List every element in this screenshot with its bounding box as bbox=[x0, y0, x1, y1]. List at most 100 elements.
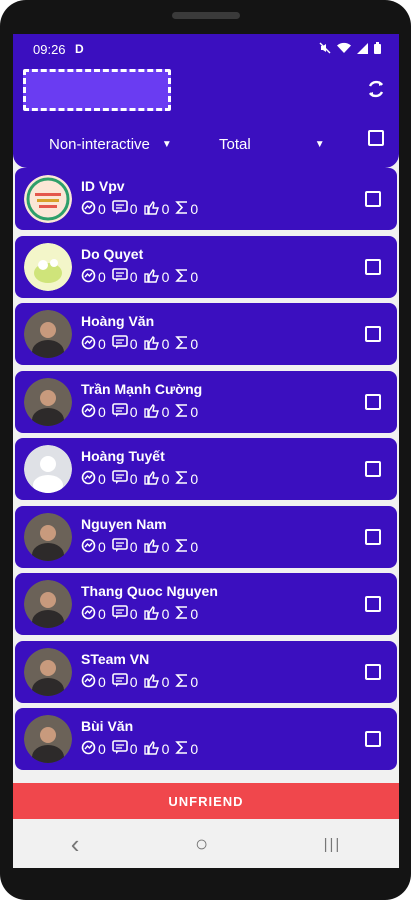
like-count: 0 bbox=[161, 201, 170, 217]
like-count: 0 bbox=[161, 471, 170, 487]
friend-card[interactable]: Bùi Văn 0 0 0 0 bbox=[15, 708, 397, 770]
messenger-icon bbox=[81, 403, 98, 421]
comment-count: 0 bbox=[129, 403, 138, 420]
messenger-icon bbox=[81, 673, 98, 691]
friend-stats: 0 0 0 0 bbox=[81, 267, 204, 286]
like-icon bbox=[143, 200, 162, 218]
filter-interaction-dropdown[interactable]: Non-interactive ▼ bbox=[49, 136, 172, 153]
like-icon bbox=[143, 335, 162, 353]
profile-avatar-placeholder[interactable] bbox=[23, 69, 171, 111]
friend-stats: 0 0 0 0 bbox=[81, 470, 204, 488]
friend-card[interactable]: STeam VN 0 0 0 0 bbox=[15, 640, 397, 703]
status-time: 09:26 bbox=[33, 42, 66, 57]
total-count: 0 bbox=[190, 403, 199, 420]
sum-icon bbox=[175, 605, 190, 623]
comment-count: 0 bbox=[129, 201, 138, 217]
total-count: 0 bbox=[190, 606, 199, 622]
like-count: 0 bbox=[161, 673, 170, 690]
friend-card[interactable]: Do Quyet 0 0 0 0 bbox=[15, 235, 397, 298]
like-icon bbox=[143, 673, 162, 691]
comment-count: 0 bbox=[129, 538, 138, 555]
friend-card[interactable]: Nguyen Nam 0 0 0 0 bbox=[15, 505, 397, 568]
battery-icon bbox=[374, 42, 381, 57]
friend-select-checkbox[interactable] bbox=[365, 326, 381, 342]
status-icons bbox=[319, 42, 381, 57]
friend-avatar bbox=[24, 715, 72, 763]
comment-count: 0 bbox=[129, 741, 138, 757]
speaker bbox=[172, 12, 240, 19]
status-bar: 09:26 D bbox=[13, 34, 399, 64]
like-count: 0 bbox=[161, 268, 170, 285]
friend-select-checkbox[interactable] bbox=[365, 528, 381, 545]
friend-avatar bbox=[24, 580, 72, 628]
sum-icon bbox=[175, 673, 190, 691]
friend-select-checkbox[interactable] bbox=[365, 393, 381, 410]
like-icon bbox=[143, 268, 162, 286]
friend-select-checkbox[interactable] bbox=[365, 258, 381, 275]
chevron-down-icon: ▼ bbox=[161, 139, 172, 150]
friend-select-checkbox[interactable] bbox=[365, 191, 381, 207]
refresh-icon[interactable] bbox=[365, 78, 387, 104]
messenger-icon bbox=[81, 200, 98, 218]
select-all-checkbox[interactable] bbox=[368, 130, 384, 146]
device-frame: 09:26 D Non-interactive ▼ Total ▼ ID Vpv… bbox=[0, 0, 411, 900]
friend-stats: 0 0 0 0 bbox=[81, 740, 204, 758]
comment-icon bbox=[111, 200, 130, 218]
messenger-icon bbox=[81, 335, 98, 353]
message-count: 0 bbox=[98, 471, 106, 487]
friend-name: Hoàng Tuyết bbox=[81, 448, 165, 464]
friend-avatar bbox=[24, 512, 72, 561]
total-count: 0 bbox=[190, 538, 199, 555]
friend-avatar bbox=[24, 175, 72, 223]
friend-name: Nguyen Nam bbox=[81, 515, 167, 532]
friend-name: ID Vpv bbox=[81, 178, 125, 194]
friend-select-checkbox[interactable] bbox=[365, 731, 381, 747]
filter-sort-label: Total bbox=[219, 136, 251, 153]
friend-card[interactable]: Hoàng Tuyết 0 0 0 0 bbox=[15, 438, 397, 500]
friend-avatar bbox=[24, 647, 72, 696]
navigation-bar: ‹ ○ ||| bbox=[13, 820, 399, 868]
friend-card[interactable]: Trần Mạnh Cường 0 0 0 0 bbox=[15, 370, 397, 433]
friend-name: Bùi Văn bbox=[81, 718, 134, 734]
comment-icon bbox=[111, 335, 130, 353]
friend-select-checkbox[interactable] bbox=[365, 596, 381, 612]
sum-icon bbox=[175, 470, 190, 488]
comment-icon bbox=[111, 537, 130, 556]
wifi-icon bbox=[337, 42, 351, 57]
friend-stats: 0 0 0 0 bbox=[81, 537, 204, 556]
friend-select-checkbox[interactable] bbox=[365, 663, 381, 680]
home-icon[interactable]: ○ bbox=[195, 831, 208, 857]
friend-select-checkbox[interactable] bbox=[365, 461, 381, 477]
friend-name: Do Quyet bbox=[81, 245, 144, 262]
friend-avatar bbox=[24, 445, 72, 493]
comment-count: 0 bbox=[129, 673, 138, 690]
status-indicator: D bbox=[75, 42, 84, 56]
friend-card[interactable]: Hoàng Văn 0 0 0 0 bbox=[15, 303, 397, 365]
comment-icon bbox=[111, 402, 130, 421]
total-count: 0 bbox=[190, 336, 199, 352]
like-count: 0 bbox=[161, 538, 170, 555]
friend-card[interactable]: ID Vpv 0 0 0 0 bbox=[15, 168, 397, 230]
friend-name: Hoàng Văn bbox=[81, 313, 155, 329]
messenger-icon bbox=[81, 268, 98, 286]
back-icon[interactable]: ‹ bbox=[71, 829, 80, 860]
header: Non-interactive ▼ Total ▼ bbox=[13, 64, 399, 168]
message-count: 0 bbox=[98, 673, 106, 690]
sum-icon bbox=[175, 200, 190, 218]
sum-icon bbox=[175, 268, 190, 286]
like-count: 0 bbox=[161, 336, 170, 352]
mute-icon bbox=[319, 42, 331, 57]
filter-sort-dropdown[interactable]: Total ▼ bbox=[219, 136, 325, 153]
recents-icon[interactable]: ||| bbox=[324, 836, 342, 853]
friend-avatar bbox=[24, 242, 72, 291]
total-count: 0 bbox=[190, 741, 199, 757]
chevron-down-icon: ▼ bbox=[314, 139, 325, 150]
message-count: 0 bbox=[98, 538, 106, 555]
total-count: 0 bbox=[190, 268, 199, 285]
unfriend-button[interactable]: UNFRIEND bbox=[13, 783, 399, 819]
sum-icon bbox=[175, 335, 190, 353]
comment-count: 0 bbox=[129, 471, 138, 487]
messenger-icon bbox=[81, 470, 98, 488]
comment-icon bbox=[111, 470, 130, 488]
friend-card[interactable]: Thang Quoc Nguyen 0 0 0 0 bbox=[15, 573, 397, 635]
